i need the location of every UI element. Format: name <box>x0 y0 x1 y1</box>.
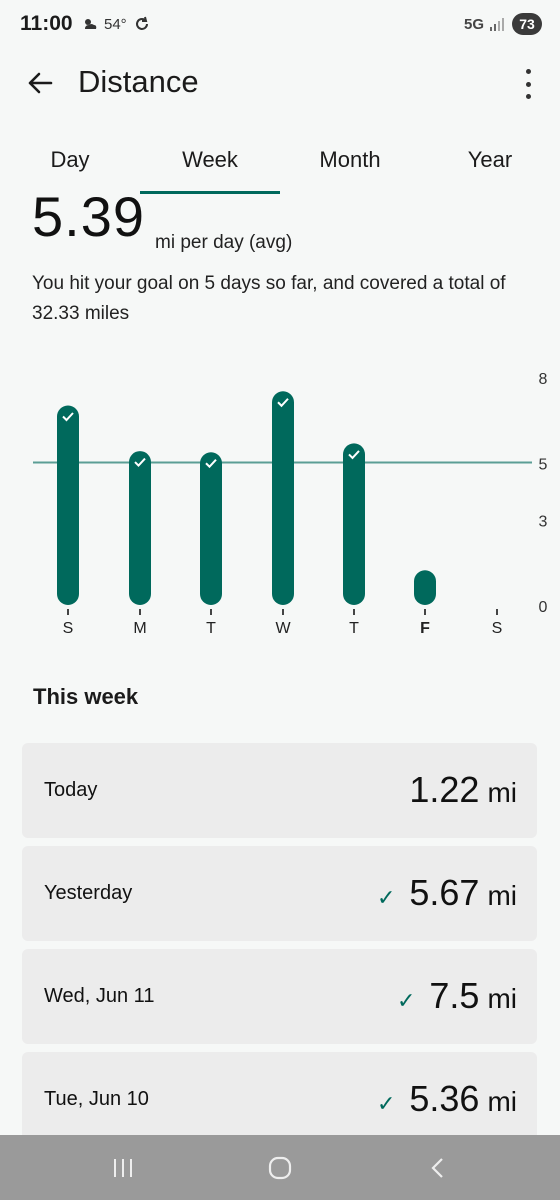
check-icon: ✓ <box>376 1091 396 1116</box>
bar[interactable] <box>272 391 294 605</box>
bar[interactable] <box>414 570 436 605</box>
day-unit: mi <box>487 983 517 1014</box>
weather-icon <box>85 19 97 29</box>
day-label: Today <box>44 779 98 801</box>
day-distance: 5.67 <box>409 872 480 913</box>
bar[interactable] <box>129 451 151 605</box>
bar[interactable] <box>343 443 365 605</box>
x-tick-label: F <box>420 620 430 637</box>
weekly-distance-chart[interactable]: 8 5 3 0 S M T W T F S <box>0 360 560 650</box>
day-row[interactable]: Tue, Jun 10 ✓ 5.36 mi <box>22 1052 537 1147</box>
page-title: Distance <box>78 64 199 99</box>
recent-apps-icon <box>114 1159 132 1177</box>
x-tick-mark <box>353 609 355 615</box>
back-nav-button[interactable] <box>417 1153 457 1183</box>
x-tick-mark <box>282 609 284 615</box>
bar[interactable] <box>57 405 79 606</box>
day-distance: 5.36 <box>409 1078 480 1119</box>
check-icon: ✓ <box>396 988 416 1013</box>
x-tick-mark <box>424 609 426 615</box>
y-tick-label: 5 <box>539 457 548 474</box>
home-button[interactable] <box>260 1153 300 1183</box>
status-right: 5G 73 <box>464 13 542 35</box>
status-temp: 54° <box>104 15 127 33</box>
x-tick-label: S <box>492 620 503 637</box>
day-label: Yesterday <box>44 882 133 904</box>
x-tick-mark <box>210 609 212 615</box>
x-tick-label: S <box>63 620 74 637</box>
section-title: This week <box>33 684 139 709</box>
x-tick-mark <box>139 609 141 615</box>
home-icon <box>268 1156 292 1180</box>
status-time: 11:00 <box>20 12 73 35</box>
arrow-left-icon <box>28 72 53 94</box>
goal-summary-text: You hit your goal on 5 days so far, and … <box>32 273 506 324</box>
check-icon: ✓ <box>376 885 396 910</box>
network-label: 5G <box>463 15 484 33</box>
tab-month[interactable]: Month <box>280 140 420 194</box>
tab-year[interactable]: Year <box>420 140 560 194</box>
system-nav-bar <box>0 1135 560 1200</box>
x-tick-label: M <box>133 620 146 637</box>
bar[interactable] <box>200 452 222 605</box>
day-unit: mi <box>487 1086 517 1117</box>
x-tick-label: T <box>206 620 216 637</box>
sync-icon <box>135 16 148 30</box>
y-tick-label: 8 <box>539 371 548 388</box>
day-label: Wed, Jun 11 <box>44 985 155 1007</box>
y-tick-label: 0 <box>539 599 548 616</box>
more-options-button[interactable] <box>522 69 534 99</box>
app-bar: Distance <box>0 55 560 111</box>
tab-day[interactable]: Day <box>0 140 140 194</box>
average-unit-label: mi per day (avg) <box>155 232 293 253</box>
day-label: Tue, Jun 10 <box>44 1088 149 1110</box>
recent-apps-button[interactable] <box>103 1153 143 1183</box>
day-value: ✓ 7.5 mi <box>397 975 517 1017</box>
back-button[interactable] <box>22 65 58 101</box>
tab-week[interactable]: Week <box>140 140 280 194</box>
average-value: 5.39 <box>32 196 145 248</box>
day-value: ✓ 5.36 mi <box>377 1078 517 1120</box>
day-distance: 7.5 <box>429 975 480 1016</box>
x-tick-mark <box>67 609 69 615</box>
day-row[interactable]: Today 1.22 mi <box>22 743 537 838</box>
y-tick-label: 3 <box>539 514 548 531</box>
signal-icon <box>490 18 504 31</box>
day-value: ✓ 5.67 mi <box>377 872 517 914</box>
battery-badge: 73 <box>512 13 542 35</box>
day-value: 1.22 mi <box>409 769 517 811</box>
status-bar: 11:00 54° 5G 73 <box>0 0 560 50</box>
day-distance: 1.22 <box>409 769 480 810</box>
more-vert-icon <box>525 69 531 74</box>
period-tabs: Day Week Month Year <box>0 140 560 194</box>
day-row[interactable]: Wed, Jun 11 ✓ 7.5 mi <box>22 949 537 1044</box>
x-tick-label: T <box>349 620 359 637</box>
day-unit: mi <box>487 880 517 911</box>
status-left-icons: 54° <box>82 15 151 33</box>
x-tick-label: W <box>275 620 291 637</box>
day-unit: mi <box>487 777 517 808</box>
day-row[interactable]: Yesterday ✓ 5.67 mi <box>22 846 537 941</box>
summary: 5.39 mi per day (avg) You hit your goal … <box>0 196 560 346</box>
back-nav-icon <box>431 1158 443 1178</box>
x-tick-mark <box>496 609 498 615</box>
